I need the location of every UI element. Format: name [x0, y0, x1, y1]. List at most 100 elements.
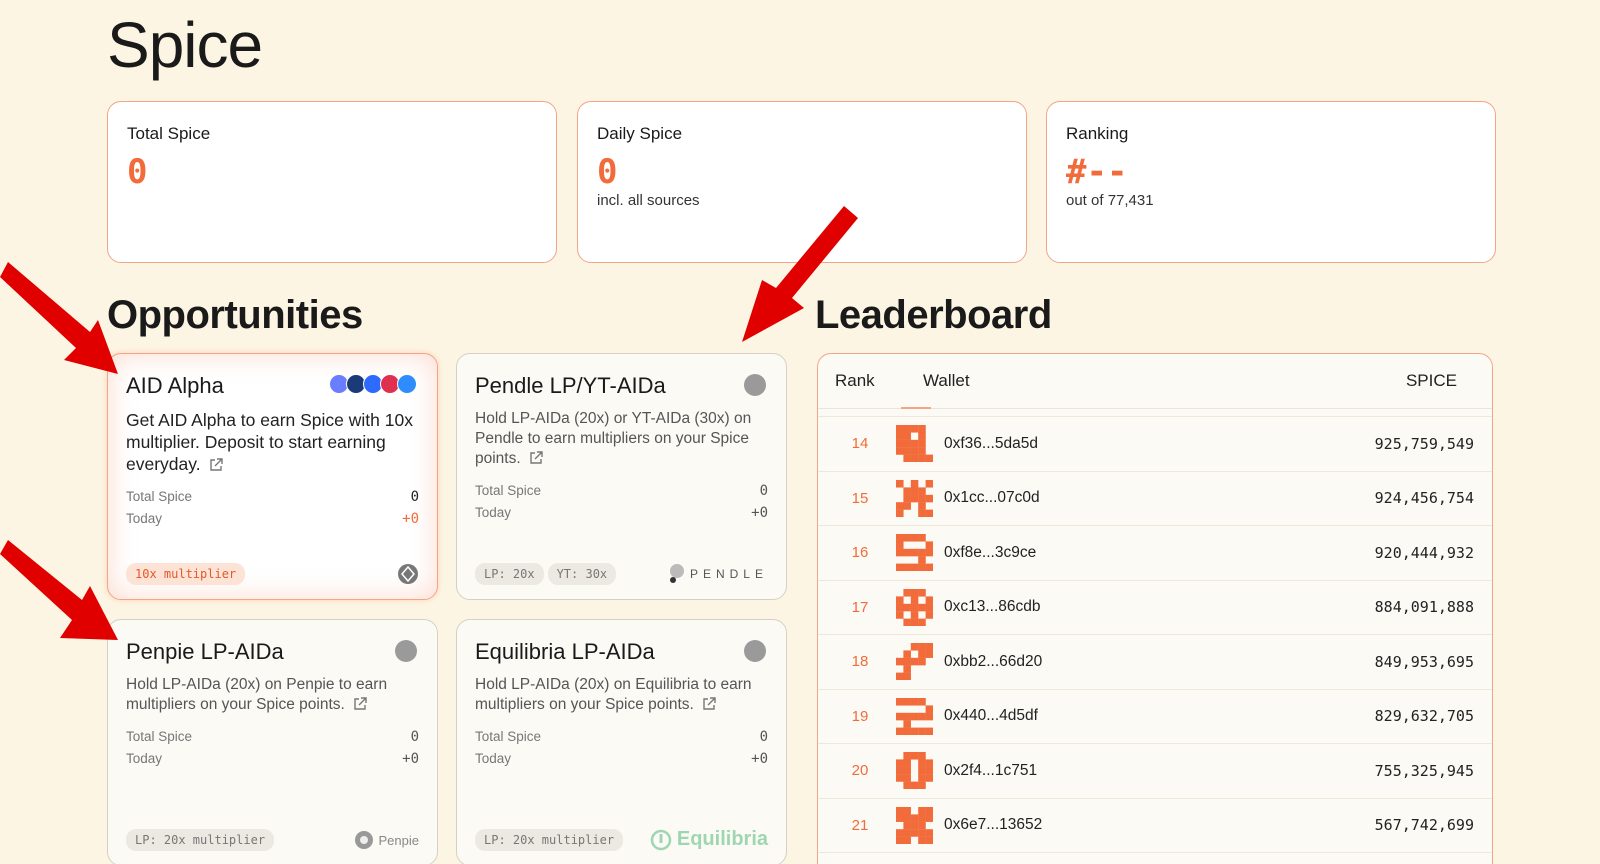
table-row[interactable]: 14 0xf36...5da5d 925,759,549: [818, 417, 1492, 472]
ethereum-icon: [395, 640, 417, 662]
pendle-logo-icon: [669, 564, 684, 583]
wallet-avatar-icon: [896, 752, 933, 790]
external-link-icon[interactable]: [529, 451, 543, 465]
stat-label: Ranking: [1066, 124, 1129, 143]
spice-cell: 849,953,695: [1374, 652, 1474, 671]
wallet-cell[interactable]: 0x1cc...07c0d: [944, 489, 1040, 507]
table-row[interactable]: 16 0xf8e...3c9ce 920,444,932: [818, 526, 1492, 581]
ethereum-icon: [744, 374, 766, 396]
wallet-cell[interactable]: 0xf8e...3c9ce: [944, 544, 1036, 562]
stat-value: #--: [1066, 152, 1128, 192]
wallet-cell[interactable]: 0xc13...86cdb: [944, 598, 1041, 616]
opportunity-title: Equilibria LP-AIDa: [475, 639, 655, 664]
table-row[interactable]: 19 0x440...4d5df 829,632,705: [818, 690, 1492, 744]
chain-icons: [329, 374, 417, 394]
column-spice[interactable]: SPICE: [1406, 371, 1457, 391]
table-row[interactable]: 21 0x6e7...13652 567,742,699: [818, 799, 1492, 853]
stat-label: Total Spice: [127, 124, 211, 143]
spice-cell: 884,091,888: [1374, 598, 1474, 617]
external-link-icon[interactable]: [209, 458, 224, 472]
total-spice-label: Total Spice: [126, 489, 193, 504]
rank-cell: 14: [851, 435, 869, 453]
spice-cell: 920,444,932: [1374, 543, 1474, 562]
column-rank[interactable]: Rank: [835, 371, 875, 391]
ranking-card: Ranking #-- out of 77,431: [1046, 101, 1496, 263]
penpie-logo: Penpie: [354, 830, 419, 850]
multiplier-badge: LP: 20x multiplier: [126, 829, 275, 851]
opportunity-description: Get AID Alpha to earn Spice with 10x mul…: [126, 410, 413, 474]
rank-cell: 17: [851, 598, 869, 616]
opportunity-description: Hold LP-AIDa (20x) on Penpie to earn mul…: [126, 676, 388, 713]
wallet-cell[interactable]: 0x440...4d5df: [944, 707, 1038, 725]
wallet-avatar-icon: [896, 697, 933, 735]
rank-cell: 16: [851, 544, 869, 562]
leaderboard-header: Rank Wallet SPICE: [818, 354, 1492, 409]
today-value: +0: [751, 751, 768, 767]
stat-value: 0: [597, 152, 618, 192]
today-label: Today: [126, 511, 163, 526]
total-spice-label: Total Spice: [475, 483, 542, 498]
total-spice-label: Total Spice: [475, 729, 542, 744]
rank-cell: 20: [851, 762, 869, 780]
wallet-cell[interactable]: 0x2f4...1c751: [944, 762, 1037, 780]
total-spice-value: 0: [759, 729, 768, 745]
opportunity-title: Pendle LP/YT-AIDa: [475, 373, 666, 398]
rank-cell: 19: [851, 707, 869, 725]
table-row[interactable]: 20 0x2f4...1c751 755,325,945: [818, 744, 1492, 799]
today-label: Today: [475, 505, 512, 520]
wallet-cell[interactable]: 0x6e7...13652: [944, 816, 1042, 834]
tab-underline: [901, 407, 931, 409]
table-row[interactable]: 18 0xbb2...66d20 849,953,695: [818, 635, 1492, 690]
wallet-avatar-icon: [896, 588, 933, 626]
equilibria-logo-icon: [650, 829, 672, 850]
spice-cell: 567,742,699: [1374, 816, 1474, 835]
stat-label: Daily Spice: [597, 124, 683, 143]
external-link-icon[interactable]: [353, 697, 367, 711]
wallet-cell[interactable]: 0xbb2...66d20: [944, 653, 1042, 671]
opportunities-title: Opportunities: [107, 293, 363, 337]
annotation-arrow: [0, 540, 118, 640]
total-spice-value: 0: [759, 483, 768, 499]
today-label: Today: [126, 751, 163, 766]
spice-cell: 924,456,754: [1374, 489, 1474, 508]
opportunity-description: Hold LP-AIDa (20x) or YT-AIDa (30x) on P…: [475, 410, 752, 467]
total-spice-card: Total Spice 0: [107, 101, 557, 263]
spice-cell: 755,325,945: [1374, 761, 1474, 780]
table-row[interactable]: 17 0xc13...86cdb 884,091,888: [818, 581, 1492, 635]
wallet-avatar-icon: [896, 479, 933, 517]
wallet-avatar-icon: [896, 534, 933, 572]
stat-sub: out of 77,431: [1066, 192, 1154, 209]
wallet-avatar-icon: [896, 806, 933, 844]
aid-logo-icon: [398, 564, 418, 584]
rank-cell: 21: [851, 816, 869, 834]
lp-multiplier-badge: LP: 20x: [475, 563, 544, 585]
wallet-cell[interactable]: 0xf36...5da5d: [944, 435, 1038, 453]
spice-cell: 829,632,705: [1374, 707, 1474, 726]
today-value: +0: [402, 751, 419, 767]
stat-value: 0: [127, 152, 148, 192]
opportunity-card-pendle[interactable]: Pendle LP/YT-AIDa Hold LP-AIDa (20x) or …: [456, 353, 787, 600]
today-value: +0: [402, 511, 419, 527]
opportunity-card-equilibria[interactable]: Equilibria LP-AIDa Hold LP-AIDa (20x) on…: [456, 619, 787, 864]
opportunity-card-aid-alpha[interactable]: AID Alpha Get AID Alpha to earn Spice wi…: [107, 353, 438, 600]
rank-cell: 15: [851, 489, 869, 507]
ethereum-icon: [744, 640, 766, 662]
annotation-arrow: [742, 206, 858, 342]
today-value: +0: [751, 505, 768, 521]
pendle-logo: PENDLE: [667, 563, 768, 585]
table-row[interactable]: 15 0x1cc...07c0d 924,456,754: [818, 472, 1492, 526]
multiplier-badge: 10x multiplier: [126, 563, 246, 585]
equilibria-logo: Equilibria: [650, 828, 768, 851]
rank-cell: 18: [851, 653, 869, 671]
opportunity-card-penpie[interactable]: Penpie LP-AIDa Hold LP-AIDa (20x) on Pen…: [107, 619, 438, 864]
penpie-logo-icon: [354, 831, 373, 849]
opportunity-description: Hold LP-AIDa (20x) on Equilibria to earn…: [475, 676, 752, 713]
column-wallet[interactable]: Wallet: [923, 371, 970, 391]
wallet-avatar-icon: [896, 425, 933, 463]
opportunity-title: Penpie LP-AIDa: [126, 639, 284, 664]
page-title: Spice: [107, 9, 263, 81]
external-link-icon[interactable]: [702, 697, 716, 711]
leaderboard-rows: 14 0xf36...5da5d 925,759,549 15 0x1cc...07c0…: [818, 417, 1492, 853]
annotation-arrow: [0, 262, 118, 374]
wallet-avatar-icon: [896, 643, 933, 681]
